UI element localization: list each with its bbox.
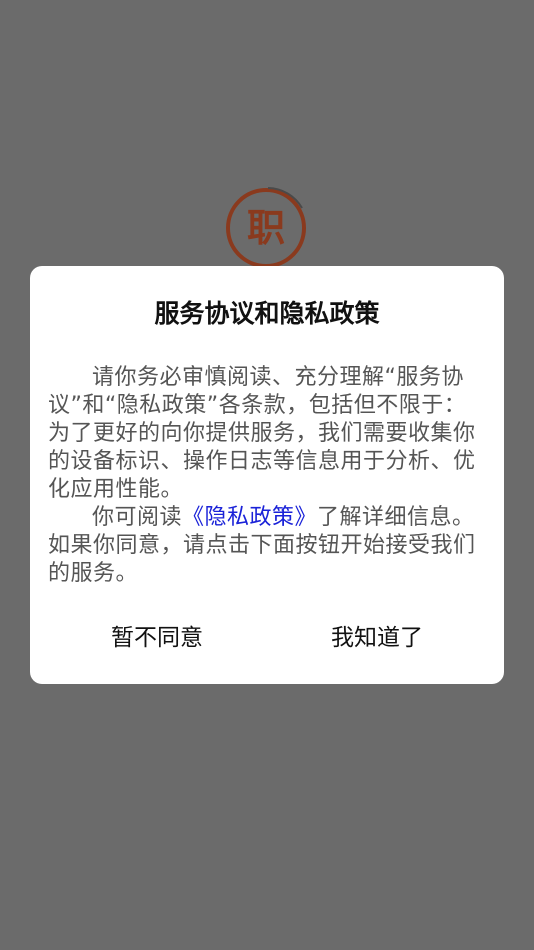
disagree-button[interactable]: 暂不同意 — [70, 620, 244, 656]
app-logo: 职 — [224, 186, 308, 270]
agree-button[interactable]: 我知道了 — [290, 620, 464, 656]
dialog-paragraph-1: 请你务必审慎阅读、充分理解“服务协议”和“隐私政策”各条款，包括但不限于：为了更… — [48, 365, 476, 502]
privacy-dialog: 服务协议和隐私政策 请你务必审慎阅读、充分理解“服务协议”和“隐私政策”各条款，… — [30, 266, 504, 684]
dialog-body: 请你务必审慎阅读、充分理解“服务协议”和“隐私政策”各条款，包括但不限于：为了更… — [48, 364, 488, 588]
dialog-paragraph-2: 你可阅读《隐私政策》了解详细信息。如果你同意，请点击下面按钮开始接受我们的服务。 — [48, 504, 488, 588]
paragraph-2-prefix: 你可阅读 — [92, 505, 183, 530]
privacy-policy-link[interactable]: 《隐私政策》 — [182, 505, 317, 530]
dialog-title: 服务协议和隐私政策 — [154, 299, 380, 328]
logo-character: 职 — [246, 206, 285, 250]
